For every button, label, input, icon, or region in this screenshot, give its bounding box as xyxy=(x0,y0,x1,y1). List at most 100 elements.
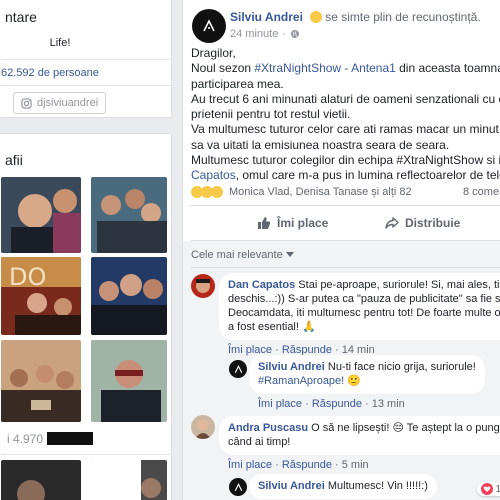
share-arrow-icon xyxy=(385,217,399,229)
reaction-badge[interactable]: 1 xyxy=(477,482,500,496)
share-label: Distribuie xyxy=(405,216,461,230)
left-column: ntare Life! 62.592 de persoane djsiviuan… xyxy=(0,0,172,500)
photos-title: afii xyxy=(5,152,23,168)
comment-reply-link[interactable]: Răspunde xyxy=(312,398,362,410)
photo-thumbnail[interactable] xyxy=(1,340,81,422)
reactions-text: Monica Vlad, Denisa Tanase și alți 82 xyxy=(229,186,412,198)
post-body: Dragilor, Noul sezon #XtraNightShow - An… xyxy=(191,46,500,184)
comment-time[interactable]: 13 min xyxy=(372,398,405,410)
comment-text: deschis...:)) S-ar putea ca "pauza de pu… xyxy=(228,293,500,305)
reactions-row[interactable]: Monica Vlad, Denisa Tanase și alți 82 8 … xyxy=(191,186,500,198)
logo-a-icon xyxy=(234,482,242,491)
comment-text: Stai pe-aproape, suriorule! Si, mai ales… xyxy=(298,279,500,291)
facebook-page: ntare Life! 62.592 de persoane djsiviuan… xyxy=(0,0,500,500)
sort-label: Cele mai relevante xyxy=(191,249,283,261)
grinning-emoji-icon xyxy=(310,11,323,23)
instagram-icon xyxy=(21,97,32,109)
divider xyxy=(1,59,171,60)
sort-dropdown[interactable]: Cele mai relevante xyxy=(191,249,294,261)
friend-thumbnail[interactable] xyxy=(91,460,167,500)
comment-text: când ai timp! xyxy=(228,436,291,448)
sad-reaction-icon xyxy=(211,186,223,198)
reaction-count: 1 xyxy=(495,483,500,495)
logo-a-icon xyxy=(234,364,242,373)
post-line: prietenii pentru tot restul vietii. xyxy=(191,107,351,122)
author-avatar[interactable] xyxy=(192,9,226,43)
commenter-avatar[interactable] xyxy=(191,415,215,439)
post-line: participarea mea. xyxy=(191,76,284,91)
post-line: Au trecut 6 ani minunati alaturi de oame… xyxy=(191,91,500,106)
comment-text: a fost esential! 🙏 xyxy=(228,321,316,333)
comment-bubble: Dan Capatos Stai pe-aproape, suriorule! … xyxy=(219,273,500,340)
divider xyxy=(191,267,500,268)
post-time[interactable]: 24 minute xyxy=(230,28,278,40)
comment-bubble: Andra Puscasu O să ne lipsești! 😔 Te așt… xyxy=(219,416,500,455)
comment-bubble: Silviu Andrei Nu-ti face nicio grija, su… xyxy=(249,355,485,394)
followers-link[interactable]: 62.592 de persoane xyxy=(1,67,99,79)
divider xyxy=(191,205,500,206)
friend-thumbnail[interactable] xyxy=(1,460,81,500)
intro-bio: Life! xyxy=(49,37,71,49)
photo-thumbnail[interactable] xyxy=(91,340,167,422)
post-line: Dragilor, xyxy=(191,46,236,60)
heart-icon xyxy=(481,483,494,495)
commenter-avatar[interactable] xyxy=(229,478,247,496)
mention-link[interactable]: Capatos xyxy=(191,168,236,182)
share-button[interactable]: Distribuie xyxy=(385,216,460,230)
comment-bubble: Silviu Andrei Multumesc! Vin !!!!!:) xyxy=(249,474,437,499)
comment-text: O să ne lipsești! 😔 Te aștept la o pungă… xyxy=(311,422,500,434)
photos-card: afii DO xyxy=(0,133,172,425)
instagram-button[interactable]: djsiviuandrei xyxy=(13,92,107,114)
feeling-text: se simte plin de recunoștință. xyxy=(325,10,481,24)
svg-text:DO: DO xyxy=(9,263,46,291)
reply-comment: Silviu Andrei Multumesc! Vin !!!!!:) xyxy=(249,474,437,499)
thumbs-up-icon xyxy=(258,217,271,229)
comment-text[interactable]: #RamanAproape! 🙂 xyxy=(258,374,476,388)
intro-card: ntare Life! 62.592 de persoane djsiviuan… xyxy=(0,0,172,118)
photo-thumbnail[interactable] xyxy=(91,257,167,335)
instagram-handle: djsiviuandrei xyxy=(37,97,99,109)
hashtag-link[interactable]: #XtraNightShow - Antena1 xyxy=(254,61,395,75)
photo-thumbnail[interactable] xyxy=(91,177,167,253)
author-name[interactable]: Silviu Andrei xyxy=(230,10,303,24)
intro-title: ntare xyxy=(5,9,37,25)
post-line: Va multumesc tuturor celor care ati rama… xyxy=(191,122,500,137)
comment-author[interactable]: Silviu Andrei xyxy=(258,361,325,373)
reply-comment: Silviu Andrei Nu-ti face nicio grija, su… xyxy=(249,355,485,411)
commenter-avatar[interactable] xyxy=(191,274,215,298)
post-card: Silviu Andrei se simte plin de recunoști… xyxy=(182,0,500,500)
post-time-row: 24 minute · xyxy=(230,28,300,40)
commenter-avatar[interactable] xyxy=(229,360,247,378)
comment-text: Nu-ti face nicio grija, suriorule! xyxy=(324,361,476,373)
comment-author[interactable]: Andra Puscasu xyxy=(228,422,308,434)
comment-like-link[interactable]: Îmi place xyxy=(228,459,272,471)
like-button[interactable]: Îmi place xyxy=(257,216,328,230)
comment: Dan Capatos Stai pe-aproape, suriorule! … xyxy=(219,273,500,357)
friends-count: i 4.970 xyxy=(7,432,44,446)
caret-down-icon xyxy=(285,252,294,257)
comment-like-link[interactable]: Îmi place xyxy=(258,398,302,410)
comment-author[interactable]: Dan Capatos xyxy=(228,279,295,291)
photo-thumbnail[interactable]: DO xyxy=(1,257,81,335)
comment: Andra Puscasu O să ne lipsești! 😔 Te așt… xyxy=(219,416,500,472)
post-header: Silviu Andrei se simte plin de recunoști… xyxy=(230,10,481,24)
comments-count[interactable]: 8 coment xyxy=(463,186,500,198)
logo-a-icon xyxy=(203,19,215,32)
comment-text: Deocamdata, iti multumesc pentru tot! De… xyxy=(228,307,500,319)
divider xyxy=(1,454,171,455)
post-line: Noul sezon #XtraNightShow - Antena1 din … xyxy=(191,61,500,76)
comment-author[interactable]: Silviu Andrei xyxy=(258,480,325,492)
photo-thumbnail[interactable] xyxy=(1,177,81,253)
post-line: Capatos, omul care m-a pus in lumina ref… xyxy=(191,168,500,183)
friends-card: i 4.970 xyxy=(0,422,172,500)
post-line: Multumesc tuturor colegilor din echipa #… xyxy=(191,153,500,168)
comment-time[interactable]: 5 min xyxy=(342,459,369,471)
redacted-bar xyxy=(47,432,93,445)
divider xyxy=(1,85,171,86)
comments-section: Cele mai relevante Dan Capatos Stai pe-a… xyxy=(183,241,500,500)
globe-icon[interactable] xyxy=(290,29,300,39)
like-label: Îmi place xyxy=(277,216,329,230)
comment-actions: Îmi place · Răspunde · 5 min xyxy=(228,459,369,471)
comment-text: Multumesc! Vin !!!!!:) xyxy=(324,480,428,492)
comment-reply-link[interactable]: Răspunde xyxy=(282,459,332,471)
